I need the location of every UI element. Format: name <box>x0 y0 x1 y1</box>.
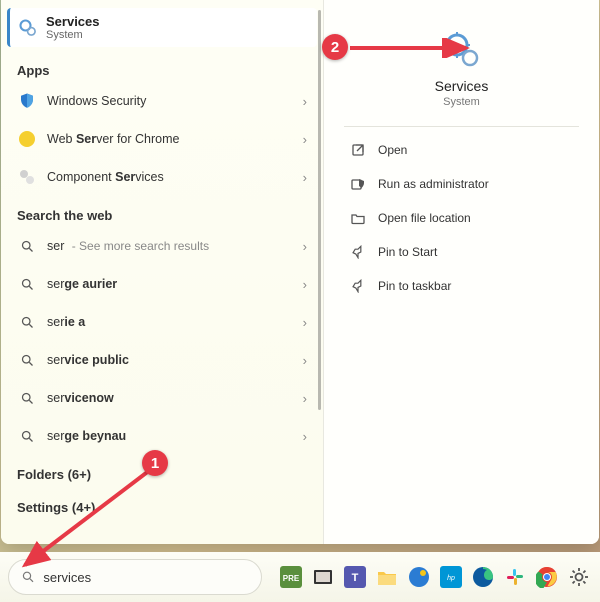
pin-icon <box>350 278 366 294</box>
separator <box>344 126 579 127</box>
taskbar-settings-icon[interactable] <box>566 564 592 590</box>
pin-icon <box>350 244 366 260</box>
suggestion-label: servicenow <box>47 391 303 405</box>
detail-subtitle: System <box>324 96 599 108</box>
action-run-admin[interactable]: Run as administrator <box>324 167 599 201</box>
svg-text:hp: hp <box>447 575 455 582</box>
search-input[interactable] <box>43 570 249 585</box>
app-component-services[interactable]: Component Services › <box>1 158 323 196</box>
search-icon <box>17 236 37 256</box>
services-icon <box>18 18 38 38</box>
svg-text:PRE: PRE <box>283 574 300 583</box>
taskbar-chrome-icon[interactable] <box>534 564 560 590</box>
taskbar-hp-icon[interactable]: hp <box>438 564 464 590</box>
app-label: Web Server for Chrome <box>47 132 303 146</box>
taskbar-app-icon[interactable] <box>310 564 336 590</box>
detail-title: Services <box>324 78 599 94</box>
action-label: Pin to Start <box>378 245 437 259</box>
app-web-server-chrome[interactable]: Web Server for Chrome › <box>1 120 323 158</box>
taskbar-teams-icon[interactable]: T <box>342 564 368 590</box>
svg-text:T: T <box>352 572 359 584</box>
search-icon <box>21 569 35 585</box>
web-suggestion-servicenow[interactable]: servicenow › <box>1 379 323 417</box>
suggestion-label: serge beynau <box>47 429 303 443</box>
chevron-right-icon: › <box>303 94 307 109</box>
best-match-subtitle: System <box>46 29 100 41</box>
yellow-circle-icon <box>17 129 37 149</box>
action-label: Open <box>378 143 407 157</box>
action-label: Open file location <box>378 211 471 225</box>
chevron-right-icon: › <box>303 170 307 185</box>
chevron-right-icon: › <box>303 239 307 254</box>
shield-icon <box>17 91 37 111</box>
taskbar-search[interactable] <box>8 559 262 595</box>
search-icon <box>17 274 37 294</box>
suggestion-label: serie a <box>47 315 303 329</box>
chevron-right-icon: › <box>303 132 307 147</box>
detail-column: Services System Open Run as administrato… <box>323 0 599 544</box>
action-pin-start[interactable]: Pin to Start <box>324 235 599 269</box>
web-suggestion-aurier[interactable]: serge aurier › <box>1 265 323 303</box>
folder-icon <box>350 210 366 226</box>
annotation-badge-1: 1 <box>142 450 168 476</box>
detail-header: Services System <box>324 0 599 108</box>
action-pin-taskbar[interactable]: Pin to taskbar <box>324 269 599 303</box>
best-match-title: Services <box>46 14 100 29</box>
search-icon <box>17 388 37 408</box>
admin-icon <box>350 176 366 192</box>
taskbar: PRE T hp <box>0 552 600 602</box>
app-windows-security[interactable]: Windows Security › <box>1 82 323 120</box>
action-open-location[interactable]: Open file location <box>324 201 599 235</box>
taskbar-app-icon[interactable] <box>406 564 432 590</box>
section-header-settings: Settings (4+) <box>1 486 323 519</box>
taskbar-slack-icon[interactable] <box>502 564 528 590</box>
best-match-result[interactable]: Services System <box>7 8 317 47</box>
search-icon <box>17 312 37 332</box>
taskbar-icons: PRE T hp <box>270 564 592 590</box>
chevron-right-icon: › <box>303 353 307 368</box>
chevron-right-icon: › <box>303 429 307 444</box>
web-suggestion-servicepublic[interactable]: service public › <box>1 341 323 379</box>
action-label: Pin to taskbar <box>378 279 451 293</box>
web-suggestion-ser[interactable]: ser - See more search results › <box>1 227 323 265</box>
chevron-right-icon: › <box>303 315 307 330</box>
suggestion-label: serge aurier <box>47 277 303 291</box>
app-label: Component Services <box>47 170 303 184</box>
open-icon <box>350 142 366 158</box>
app-label: Windows Security <box>47 94 303 108</box>
suggestion-label: ser - See more search results <box>47 239 303 253</box>
services-large-icon <box>442 30 482 70</box>
section-header-apps: Apps <box>1 51 323 82</box>
web-suggestion-beynau[interactable]: serge beynau › <box>1 417 323 455</box>
component-services-icon <box>17 167 37 187</box>
annotation-badge-2: 2 <box>322 34 348 60</box>
action-label: Run as administrator <box>378 177 489 191</box>
chevron-right-icon: › <box>303 391 307 406</box>
taskbar-app-icon[interactable]: PRE <box>278 564 304 590</box>
taskbar-edge-icon[interactable] <box>470 564 496 590</box>
search-icon <box>17 350 37 370</box>
web-suggestion-seriea[interactable]: serie a › <box>1 303 323 341</box>
section-header-web: Search the web <box>1 196 323 227</box>
suggestion-label: service public <box>47 353 303 367</box>
search-flyout: Services System Apps Windows Security › … <box>1 0 599 544</box>
action-open[interactable]: Open <box>324 133 599 167</box>
taskbar-explorer-icon[interactable] <box>374 564 400 590</box>
search-icon <box>17 426 37 446</box>
chevron-right-icon: › <box>303 277 307 292</box>
